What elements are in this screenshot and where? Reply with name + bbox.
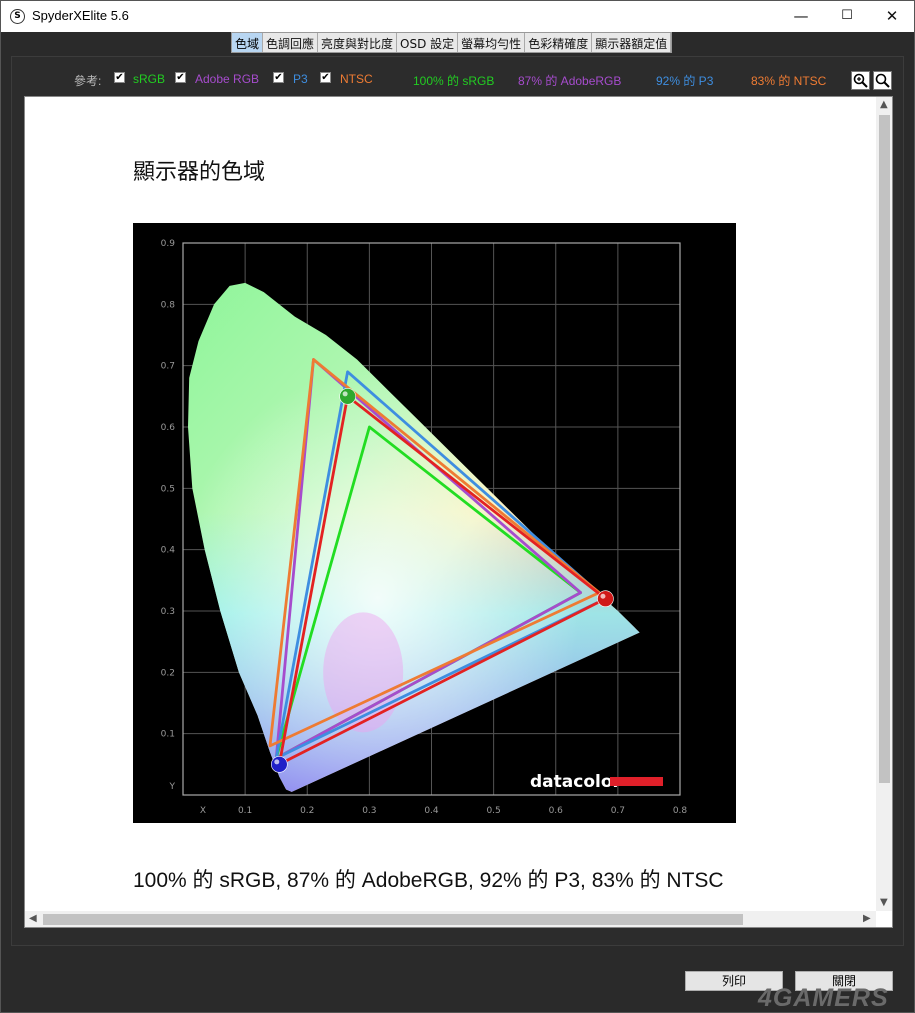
primary-point-0 <box>597 590 614 608</box>
y-tick-label: 0.9 <box>161 239 176 249</box>
y-tick-label: 0.5 <box>161 484 175 494</box>
primary-highlight-2 <box>274 759 280 765</box>
minimize-button[interactable]: — <box>778 1 824 32</box>
x-axis-label: X <box>200 806 206 816</box>
x-tick-label: 0.7 <box>611 806 625 816</box>
datacolor-logo-bar <box>610 777 663 786</box>
adobe-rgb-checkbox[interactable]: ✔ <box>175 72 186 83</box>
scroll-left-icon[interactable]: ◀ <box>29 913 37 924</box>
x-tick-label: 0.8 <box>673 806 688 816</box>
vertical-scrollbar[interactable]: ▲ ▼ <box>876 97 892 911</box>
scroll-right-icon[interactable]: ▶ <box>863 913 871 924</box>
ntsc-label: NTSC <box>340 72 373 86</box>
spectral-locus-glow <box>188 282 640 792</box>
title-bar: S SpyderXElite 5.6 — ☐ ✕ <box>1 1 914 32</box>
window-title: SpyderXElite 5.6 <box>32 8 129 23</box>
tab-bar: 色域 色調回應 亮度與對比度 OSD 設定 螢幕均勻性 色彩精確度 顯示器額定值 <box>231 32 673 53</box>
tab-tone-response[interactable]: 色調回應 <box>263 33 319 52</box>
maximize-button[interactable]: ☐ <box>824 1 870 32</box>
x-tick-label: 0.1 <box>238 806 252 816</box>
report-view: 顯示器的色域 0.1 0.2 0.3 0.4 0.5 0.6 0.7 0.8 0… <box>24 96 893 928</box>
close-window-button[interactable]: ✕ <box>869 1 915 32</box>
y-tick-label: 0.3 <box>161 607 175 617</box>
magnifier-icon <box>875 73 890 88</box>
x-tick-label: 0.4 <box>424 806 439 816</box>
ntsc-result: 83% 的 NTSC <box>751 74 827 88</box>
scroll-down-icon[interactable]: ▼ <box>880 897 888 908</box>
y-tick-label: 0.7 <box>161 362 175 372</box>
watermark: 4GAMERS <box>758 984 889 1012</box>
scroll-up-icon[interactable]: ▲ <box>880 99 888 110</box>
x-tick-label: 0.5 <box>486 806 500 816</box>
tab-display-rating[interactable]: 顯示器額定值 <box>592 33 672 52</box>
primary-point-1 <box>339 388 356 405</box>
gamut-chart-svg: 0.1 0.2 0.3 0.4 0.5 0.6 0.7 0.8 0.1 0.2 0.3 0.4 0.5 0… <box>161 239 688 816</box>
zoom-in-button[interactable] <box>851 71 870 90</box>
srgb-result: 100% 的 sRGB <box>413 74 495 88</box>
p3-result: 92% 的 P3 <box>656 74 714 88</box>
app-window: S SpyderXElite 5.6 — ☐ ✕ 色域 色調回應 亮度與對比度 … <box>0 0 915 1013</box>
ntsc-checkbox[interactable]: ✔ <box>320 72 331 83</box>
p3-label: P3 <box>293 72 308 86</box>
adobe-rgb-label: Adobe RGB <box>195 72 260 86</box>
srgb-checkbox[interactable]: ✔ <box>114 72 125 83</box>
horizontal-scrollbar[interactable]: ◀ ▶ <box>25 911 876 927</box>
adobe-rgb-result: 87% 的 AdobeRGB <box>518 74 622 88</box>
y-axis-label: Y <box>169 782 176 792</box>
primary-highlight-1 <box>342 391 348 397</box>
app-icon: S <box>10 9 25 24</box>
gamut-chart: 0.1 0.2 0.3 0.4 0.5 0.6 0.7 0.8 0.1 0.2 0.3 0.4 0.5 0… <box>133 223 736 823</box>
y-tick-label: 0.6 <box>161 423 176 433</box>
y-tick-label: 0.4 <box>161 546 176 556</box>
primary-point-2 <box>270 756 288 773</box>
tab-gamut[interactable]: 色域 <box>232 33 264 52</box>
p3-checkbox[interactable]: ✔ <box>273 72 284 83</box>
x-tick-label: 0.6 <box>549 806 564 816</box>
reference-bar: 參考: ✔ sRGB ✔ Adobe RGB ✔ P3 ✔ NTSC 100% … <box>1 71 915 89</box>
horizontal-scroll-thumb[interactable] <box>43 914 743 925</box>
zoom-in-icon <box>853 73 868 88</box>
tab-osd-settings[interactable]: OSD 設定 <box>397 33 459 52</box>
vertical-scroll-thumb[interactable] <box>879 115 890 783</box>
y-tick-label: 0.1 <box>161 730 175 740</box>
tab-color-accuracy[interactable]: 色彩精確度 <box>525 33 593 52</box>
reference-label: 參考: <box>74 74 102 88</box>
zoom-out-button[interactable] <box>873 71 892 90</box>
datacolor-logo-text: datacolor <box>530 772 622 792</box>
y-tick-label: 0.2 <box>161 668 175 678</box>
tab-screen-uniformity[interactable]: 螢幕均勻性 <box>458 33 526 52</box>
tab-brightness-contrast[interactable]: 亮度與對比度 <box>318 33 398 52</box>
primary-highlight-0 <box>600 593 606 599</box>
srgb-label: sRGB <box>133 72 166 86</box>
y-tick-label: 0.8 <box>161 300 176 310</box>
x-tick-label: 0.3 <box>362 806 376 816</box>
gamut-summary: 100% 的 sRGB, 87% 的 AdobeRGB, 92% 的 P3, 8… <box>133 869 724 892</box>
page-title: 顯示器的色域 <box>133 160 266 185</box>
x-tick-label: 0.2 <box>300 806 314 816</box>
